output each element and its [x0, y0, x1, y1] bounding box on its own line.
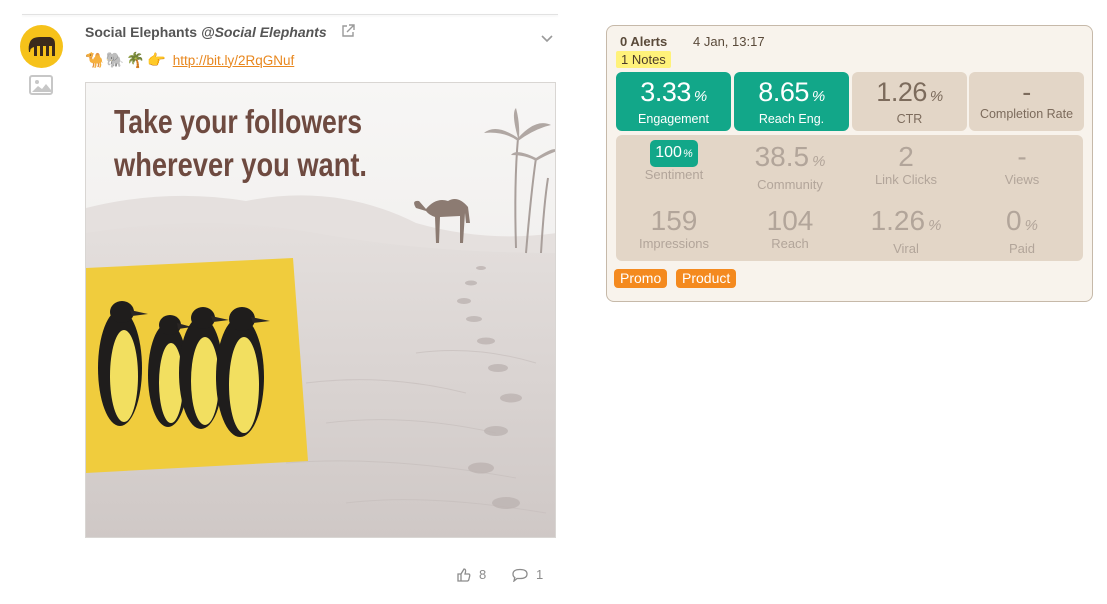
completion-rate-value: - [1022, 77, 1031, 107]
post-emojis: 🐪🐘🌴👉 [85, 52, 168, 69]
community-value: 38.5 [754, 141, 810, 172]
reach-eng-value: 8.65 [758, 77, 809, 107]
sentiment-value: 100 [655, 144, 682, 161]
tag-promo[interactable]: Promo [614, 269, 668, 288]
completion-rate-label: Completion Rate [979, 107, 1074, 121]
engagement-unit: % [693, 88, 707, 105]
link-clicks-value: 2 [898, 141, 914, 172]
post-image[interactable]: Take your followers wherever you want. [85, 82, 556, 538]
ctr-label: CTR [896, 112, 923, 126]
post-date: 4 Jan, 13:17 [693, 34, 765, 49]
paid-unit: % [1024, 217, 1038, 234]
views-label: Views [1004, 172, 1040, 187]
likes-count[interactable]: 8 [457, 567, 486, 582]
comment-icon [512, 568, 528, 582]
sentiment-label: Sentiment [644, 167, 704, 182]
reach-value: 104 [766, 205, 814, 236]
link-clicks-cell[interactable]: 2 Link Clicks [848, 141, 964, 187]
community-label: Community [757, 177, 823, 192]
reach-cell[interactable]: 104 Reach [732, 205, 848, 251]
alerts-count[interactable]: 0 Alerts [620, 34, 667, 49]
image-headline-line2: wherever you want. [113, 146, 367, 183]
reach-label: Reach [771, 236, 809, 251]
views-cell[interactable]: - Views [964, 141, 1080, 187]
engagement-label: Engagement [638, 112, 709, 126]
link-clicks-label: Link Clicks [874, 172, 938, 187]
viral-label: Viral [893, 241, 919, 256]
views-value: - [1017, 141, 1027, 172]
account-avatar[interactable] [20, 25, 63, 68]
sentiment-badge: 100% [650, 140, 698, 167]
engagement-tile[interactable]: 3.33% Engagement [616, 72, 731, 131]
notes-badge[interactable]: 1 Notes [616, 51, 671, 68]
paid-label: Paid [1008, 241, 1036, 256]
image-icon[interactable] [29, 75, 53, 95]
sentiment-unit: % [682, 148, 693, 160]
paid-cell[interactable]: 0% Paid [964, 205, 1080, 256]
thumbs-up-icon [457, 567, 471, 582]
sentiment-cell[interactable]: 100% Sentiment [616, 135, 732, 182]
post-header: Social Elephants @Social Elephants [85, 24, 327, 40]
likes-value: 8 [479, 567, 487, 582]
viral-cell[interactable]: 1.26% Viral [848, 205, 964, 256]
reach-eng-unit: % [811, 88, 825, 105]
elephant-logo-icon [28, 36, 55, 56]
image-headline-line1: Take your followers [114, 103, 362, 140]
comments-value: 1 [536, 567, 544, 582]
post-text: 🐪🐘🌴👉 http://bit.ly/2RqGNuf [85, 51, 294, 69]
impressions-label: Impressions [638, 236, 710, 251]
impressions-cell[interactable]: 159 Impressions [616, 205, 732, 251]
account-handle: @Social Elephants [200, 24, 327, 40]
paid-value: 0 [1006, 205, 1022, 236]
ctr-value: 1.26 [876, 77, 927, 107]
ctr-unit: % [929, 88, 943, 105]
tag-product[interactable]: Product [676, 269, 737, 288]
viral-value: 1.26 [870, 205, 926, 236]
reach-eng-tile[interactable]: 8.65% Reach Eng. [734, 72, 849, 131]
top-divider [22, 14, 558, 15]
metrics-panel: 0 Alerts 4 Jan, 13:17 1 Notes 3.33% Enga… [606, 25, 1093, 302]
external-link-icon[interactable] [341, 24, 355, 38]
secondary-metrics: 100% Sentiment 38.5% Community 2 Link Cl… [616, 135, 1083, 261]
impressions-value: 159 [650, 205, 698, 236]
community-cell[interactable]: 38.5% Community [732, 141, 848, 192]
comments-count[interactable]: 1 [512, 567, 543, 582]
post-link[interactable]: http://bit.ly/2RqGNuf [173, 53, 295, 68]
engagement-value: 3.33 [640, 77, 691, 107]
completion-rate-tile[interactable]: - Completion Rate [969, 72, 1084, 131]
community-unit: % [812, 153, 826, 170]
viral-unit: % [928, 217, 942, 234]
reach-eng-label: Reach Eng. [758, 112, 825, 126]
account-name: Social Elephants [85, 24, 198, 40]
chevron-down-icon[interactable] [540, 31, 554, 43]
ctr-tile[interactable]: 1.26% CTR [852, 72, 967, 131]
